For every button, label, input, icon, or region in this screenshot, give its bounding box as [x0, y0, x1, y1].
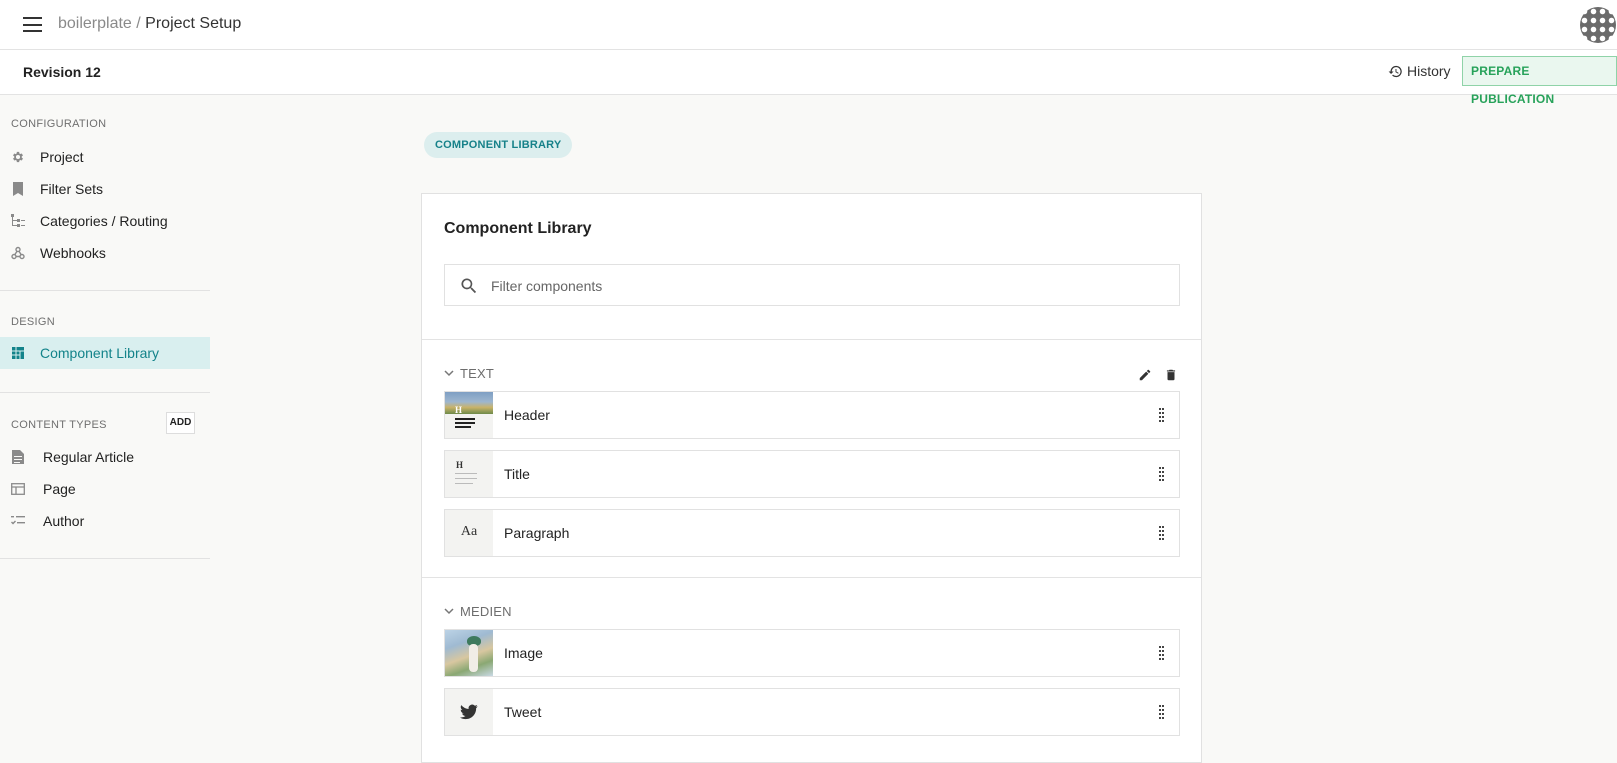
component-label: Tweet: [504, 704, 542, 720]
sidebar-item-label: Webhooks: [40, 245, 106, 261]
sidebar-item-label: Project: [40, 149, 84, 165]
sidebar-item-label: Regular Article: [43, 449, 135, 465]
sidebar-item-filter-sets[interactable]: Filter Sets: [0, 173, 210, 205]
chevron-down-icon: [444, 608, 454, 615]
history-button[interactable]: History: [1388, 63, 1451, 79]
checklist-icon: [11, 514, 25, 528]
drag-handle-icon[interactable]: [1159, 705, 1164, 719]
document-icon: [11, 450, 25, 464]
card-title: Component Library: [444, 220, 592, 237]
sidebar-item-label: Filter Sets: [40, 181, 104, 197]
component-row-paragraph[interactable]: Aa Paragraph: [444, 509, 1180, 557]
thumb-glyph: H: [455, 405, 463, 415]
component-label: Header: [504, 407, 550, 423]
card-divider: [422, 339, 1201, 340]
component-row-image[interactable]: Image: [444, 629, 1180, 677]
sidebar-item-label: Page: [43, 481, 76, 497]
design-section-label: DESIGN: [11, 316, 55, 328]
tweet-thumbnail: [445, 689, 493, 735]
sidebar-item-categories-routing[interactable]: Categories / Routing: [0, 205, 210, 237]
configuration-section-label: CONFIGURATION: [11, 118, 107, 130]
component-library-pill: COMPONENT LIBRARY: [424, 132, 573, 158]
filter-components-field[interactable]: [444, 264, 1180, 307]
delete-icon[interactable]: [1164, 368, 1178, 382]
sidebar-item-component-library[interactable]: Component Library: [0, 337, 210, 369]
component-label: Image: [504, 645, 543, 661]
twitter-icon: [460, 704, 478, 720]
group-name: TEXT: [460, 366, 495, 381]
history-label: History: [1407, 63, 1451, 79]
sidebar-item-webhooks[interactable]: Webhooks: [0, 237, 210, 269]
page-icon: [11, 482, 25, 496]
drag-handle-icon[interactable]: [1159, 408, 1164, 422]
paragraph-thumbnail: Aa: [445, 510, 493, 556]
revision-bar: Revision 12 History PREPARE PUBLICATION: [0, 50, 1617, 106]
card-divider: [422, 577, 1201, 578]
component-row-header[interactable]: H Header: [444, 391, 1180, 439]
tree-icon: [11, 214, 25, 228]
image-thumbnail: [445, 630, 493, 676]
sidebar-divider: [0, 558, 210, 559]
prepare-publication-button[interactable]: PREPARE PUBLICATION: [1462, 56, 1617, 106]
sidebar-item-regular-article[interactable]: Regular Article: [0, 441, 210, 473]
history-icon: [1388, 65, 1402, 77]
group-header-text[interactable]: TEXT: [444, 366, 494, 381]
sidebar-divider: [0, 392, 210, 393]
webhook-icon: [11, 246, 25, 260]
thumb-glyph: H: [456, 460, 464, 470]
bookmark-icon: [11, 182, 25, 196]
component-row-title[interactable]: H Title: [444, 450, 1180, 498]
component-label: Title: [504, 466, 530, 482]
breadcrumb: boilerplate / Project Setup: [58, 15, 241, 33]
filter-components-input[interactable]: [489, 265, 1173, 307]
component-row-tweet[interactable]: Tweet: [444, 688, 1180, 736]
header-thumbnail: H: [445, 392, 493, 438]
sidebar-item-author[interactable]: Author: [0, 505, 210, 537]
group-name: MEDIEN: [460, 604, 512, 619]
sidebar-item-page[interactable]: Page: [0, 473, 210, 505]
sidebar-item-label: Author: [43, 513, 85, 529]
chevron-down-icon: [444, 370, 454, 377]
top-bar: boilerplate / Project Setup: [0, 0, 1617, 50]
edit-icon[interactable]: [1138, 368, 1152, 382]
user-avatar[interactable]: [1580, 7, 1616, 43]
drag-handle-icon[interactable]: [1159, 526, 1164, 540]
sidebar-divider: [0, 290, 210, 291]
hamburger-menu-icon[interactable]: [23, 17, 42, 32]
component-library-card: Component Library TEXT H Header H Title: [421, 193, 1202, 763]
add-content-type-button[interactable]: ADD: [166, 412, 195, 434]
gear-icon: [11, 150, 25, 164]
component-label: Paragraph: [504, 525, 570, 541]
sidebar-item-label: Component Library: [40, 345, 160, 361]
content-types-section-label: CONTENT TYPES: [11, 419, 107, 431]
breadcrumb-current: Project Setup: [145, 15, 242, 32]
drag-handle-icon[interactable]: [1159, 646, 1164, 660]
sidebar-item-label: Categories / Routing: [40, 213, 168, 229]
breadcrumb-separator: /: [131, 15, 146, 32]
sidebar-item-project[interactable]: Project: [0, 141, 210, 173]
grid-icon: [11, 346, 25, 360]
title-thumbnail: H: [445, 451, 493, 497]
revision-label: Revision 12: [23, 64, 101, 80]
breadcrumb-project-link[interactable]: boilerplate: [58, 15, 132, 32]
thumb-glyph: Aa: [460, 524, 478, 539]
search-icon: [461, 278, 477, 294]
drag-handle-icon[interactable]: [1159, 467, 1164, 481]
group-header-medien[interactable]: MEDIEN: [444, 604, 512, 619]
